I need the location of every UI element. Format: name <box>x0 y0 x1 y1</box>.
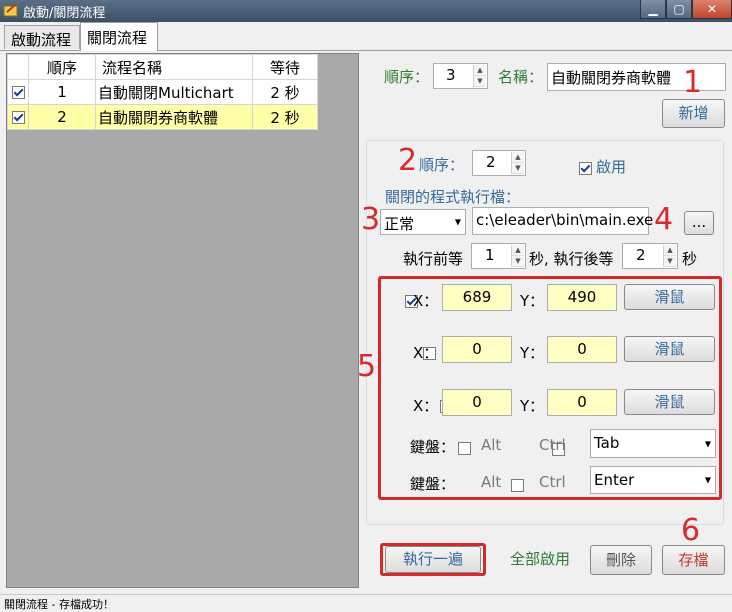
grid-header-check <box>7 54 29 80</box>
wait-after-unit: 秒 <box>682 250 698 268</box>
status-text: 關閉流程 - 存檔成功！ <box>4 598 114 611</box>
enable-all-label: 全部啟用 <box>510 550 571 568</box>
enable-label: 啟用 <box>596 158 627 176</box>
y-field[interactable]: 490 <box>547 284 617 311</box>
window-mode-select[interactable]: 正常 ▼ <box>380 209 466 235</box>
mouse-capture-button[interactable]: 滑鼠 <box>624 389 715 415</box>
window-title: 啟動/關閉流程 <box>23 6 106 21</box>
order-stepper[interactable]: 3 ▲ ▼ <box>433 63 488 89</box>
app-icon <box>3 3 19 19</box>
wait-mid-label: 秒, 執行後等 <box>529 250 614 268</box>
y-field[interactable]: 0 <box>547 336 617 363</box>
wait-before-spin[interactable]: ▲ ▼ <box>511 245 524 267</box>
chevron-down-icon: ▼ <box>704 439 711 448</box>
order-spin[interactable]: ▲ ▼ <box>473 65 486 87</box>
row-checkbox[interactable] <box>11 111 25 124</box>
wait-before-stepper[interactable]: 1 ▲ ▼ <box>471 243 526 269</box>
delete-button[interactable]: 刪除 <box>590 545 652 575</box>
add-button[interactable]: 新增 <box>662 99 725 128</box>
process-grid[interactable]: 順序 流程名稱 等待 1 自動關閉Multichart 2 秒 2 自動關閉券商… <box>6 53 359 588</box>
mouse-capture-button[interactable]: 滑鼠 <box>624 336 715 362</box>
chevron-down-icon: ▼ <box>704 475 711 485</box>
maximize-button[interactable]: ▢ <box>666 0 692 19</box>
name-label: 名稱： <box>498 68 544 86</box>
minimize-button[interactable]: ▁ <box>640 0 666 19</box>
status-bar: 關閉流程 - 存檔成功！ <box>0 594 732 612</box>
row-order: 2 <box>28 104 96 130</box>
annotation-1: 1 <box>683 65 703 100</box>
tab-shutdown-flow[interactable]: 關閉流程 <box>80 22 158 51</box>
row-name: 自動關閉Multichart <box>95 79 253 105</box>
annotation-2: 2 <box>398 143 418 178</box>
chevron-down-icon: ▼ <box>454 217 461 227</box>
row-wait: 2 秒 <box>252 79 318 105</box>
close-button[interactable]: ✕ <box>692 0 732 19</box>
key-row-checkbox[interactable] <box>511 479 525 492</box>
ctrl-label: Ctrl <box>539 436 566 454</box>
browse-button[interactable]: ... <box>684 211 714 235</box>
annotation-5: 5 <box>357 349 377 384</box>
save-button[interactable]: 存檔 <box>662 545 725 575</box>
exe-path-input[interactable]: c:\eleader\bin\main.exe <box>472 207 653 235</box>
table-row[interactable]: 2 自動關閉券商軟體 2 秒 <box>7 104 318 130</box>
row-name: 自動關閉券商軟體 <box>95 104 253 130</box>
order-label: 順序： <box>384 68 430 86</box>
row-checkbox[interactable] <box>11 86 25 99</box>
x-label: X： <box>413 292 439 310</box>
keyboard-label: 鍵盤： <box>410 438 456 456</box>
title-bar <box>0 0 732 22</box>
run-once-button[interactable]: 執行一遍 <box>385 546 481 573</box>
wait-before-label: 執行前等 <box>403 250 464 268</box>
x-field[interactable]: 0 <box>442 389 512 416</box>
wait-after-stepper[interactable]: 2 ▲ ▼ <box>622 243 678 269</box>
grid-header-order[interactable]: 順序 <box>28 54 96 80</box>
x-label: X： <box>413 344 439 362</box>
tab-startup-flow[interactable]: 啟動流程 <box>4 25 80 49</box>
x-field[interactable]: 689 <box>442 284 512 311</box>
key-select[interactable]: Tab ▼ <box>590 429 716 458</box>
annotation-3: 3 <box>361 202 381 237</box>
wait-after-spin[interactable]: ▲ ▼ <box>663 245 676 267</box>
y-label: Y： <box>520 397 545 415</box>
table-row[interactable]: 1 自動關閉Multichart 2 秒 <box>7 79 318 105</box>
x-field[interactable]: 0 <box>442 336 512 363</box>
ctrl-label: Ctrl <box>539 473 566 491</box>
y-label: Y： <box>520 292 545 310</box>
alt-label: Alt <box>481 436 502 454</box>
key-select[interactable]: Enter ▼ <box>590 466 716 494</box>
x-label: X： <box>413 397 439 415</box>
alt-label: Alt <box>481 473 502 491</box>
enable-checkbox[interactable] <box>579 162 592 175</box>
key-row-checkbox[interactable] <box>458 442 472 455</box>
grid-header-name[interactable]: 流程名稱 <box>95 54 253 80</box>
row-order: 1 <box>28 79 96 105</box>
annotation-4: 4 <box>654 202 674 237</box>
row-wait: 2 秒 <box>252 104 318 130</box>
grid-header-wait[interactable]: 等待 <box>252 54 318 80</box>
detail-order-label: 順序： <box>419 156 465 174</box>
y-label: Y： <box>520 344 545 362</box>
detail-order-stepper[interactable]: 2 ▲ ▼ <box>472 150 526 176</box>
y-field[interactable]: 0 <box>547 389 617 416</box>
mouse-capture-button[interactable]: 滑鼠 <box>624 284 715 310</box>
keyboard-label: 鍵盤： <box>410 475 456 493</box>
annotation-6: 6 <box>681 513 701 548</box>
detail-order-spin[interactable]: ▲ ▼ <box>511 152 524 174</box>
order-value: 3 <box>446 66 456 84</box>
exe-label: 關閉的程式執行檔： <box>385 188 521 206</box>
